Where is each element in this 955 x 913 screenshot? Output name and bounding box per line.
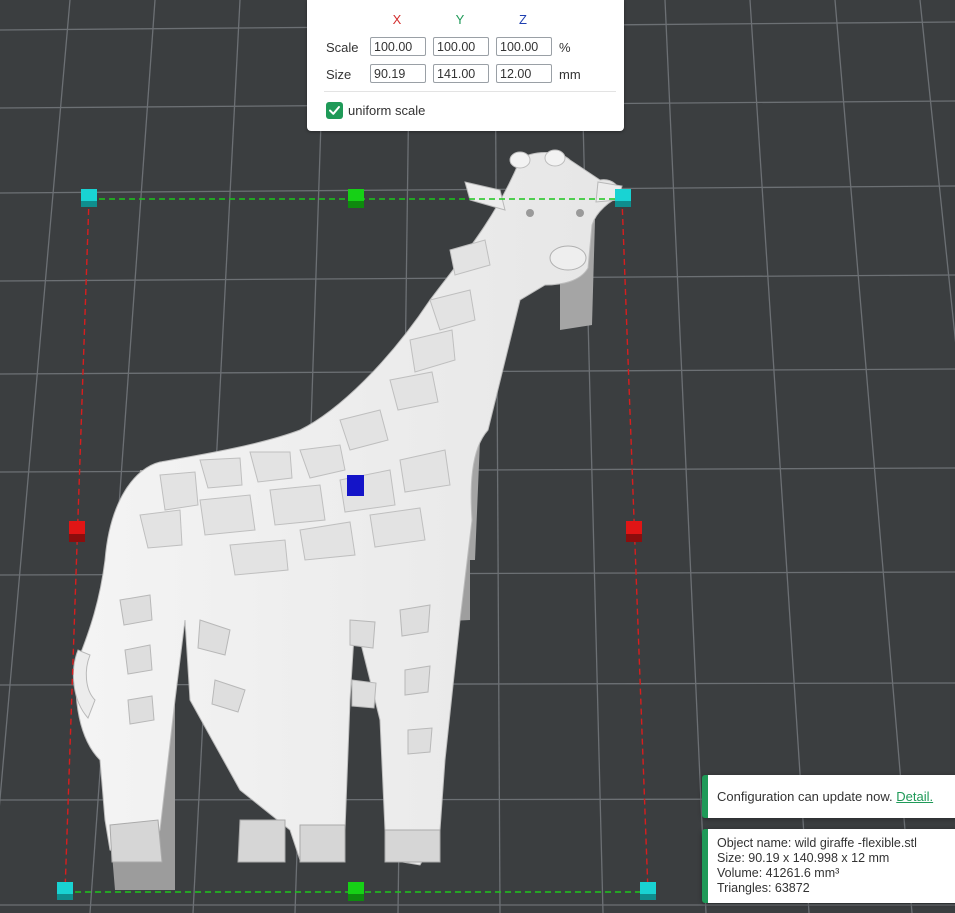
- scale-tool-panel: X Y Z Scale % Size mm uniform scale: [307, 0, 624, 131]
- scale-unit: %: [559, 40, 571, 55]
- object-size: Size: 90.19 x 140.998 x 12 mm: [717, 851, 890, 865]
- size-x-input[interactable]: [370, 64, 426, 83]
- scale-y-input[interactable]: [433, 37, 489, 56]
- scale-row-label: Scale: [326, 40, 359, 55]
- object-name: Object name: wild giraffe -flexible.stl: [717, 836, 917, 850]
- config-update-message: Configuration can update now. Detail.: [717, 789, 933, 804]
- x-axis-handle-left[interactable]: [69, 521, 85, 542]
- corner-handle-top-left[interactable]: [81, 189, 97, 207]
- scale-x-input[interactable]: [370, 37, 426, 56]
- detail-link[interactable]: Detail.: [896, 789, 933, 804]
- giraffe-model: [72, 149, 623, 890]
- size-row-label: Size: [326, 67, 352, 82]
- object-info-panel: Object name: wild giraffe -flexible.stl …: [702, 829, 955, 903]
- corner-handle-bottom-left[interactable]: [57, 882, 73, 900]
- object-triangles: Triangles: 63872: [717, 881, 810, 895]
- uniform-scale-label: uniform scale: [348, 103, 426, 118]
- uniform-scale-checkbox[interactable]: [326, 102, 343, 119]
- axis-header-x: X: [392, 12, 402, 27]
- z-axis-handle[interactable]: [347, 475, 364, 496]
- panel-divider: [324, 91, 616, 92]
- axis-header-z: Z: [519, 12, 527, 27]
- object-volume: Volume: 41261.6 mm³: [717, 866, 840, 880]
- size-y-input[interactable]: [433, 64, 489, 83]
- size-unit: mm: [559, 67, 581, 82]
- y-axis-handle-bottom[interactable]: [348, 882, 364, 901]
- size-z-input[interactable]: [496, 64, 552, 83]
- scale-z-input[interactable]: [496, 37, 552, 56]
- corner-handle-top-right[interactable]: [615, 189, 631, 207]
- x-axis-handle-right[interactable]: [626, 521, 642, 542]
- corner-handle-bottom-right[interactable]: [640, 882, 656, 900]
- y-axis-handle-top[interactable]: [348, 189, 364, 208]
- axis-header-y: Y: [455, 12, 465, 27]
- checkmark-icon: [329, 106, 340, 115]
- config-update-notification: Configuration can update now. Detail.: [702, 775, 955, 818]
- config-update-text: Configuration can update now.: [717, 789, 893, 804]
